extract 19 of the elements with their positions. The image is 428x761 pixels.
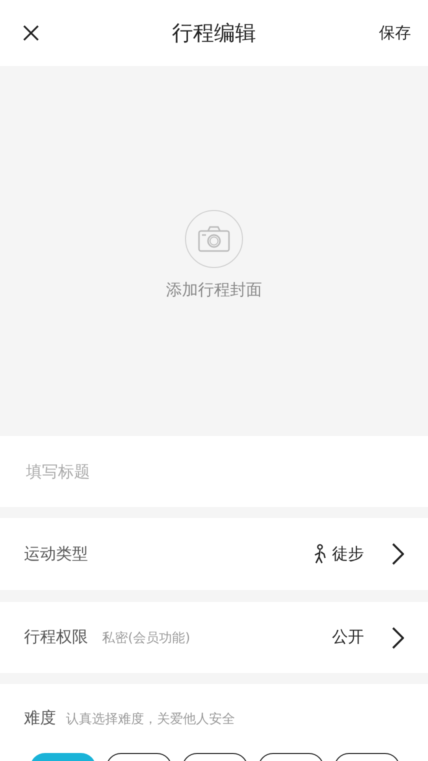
row-value: 徒步: [332, 544, 364, 564]
row-value: 公开: [332, 627, 364, 648]
save-button[interactable]: 保存: [379, 22, 411, 44]
difficulty-label: 难度: [24, 708, 56, 729]
row-label: 行程权限: [24, 627, 88, 648]
title-input[interactable]: 填写标题: [24, 461, 404, 482]
camera-icon: [198, 226, 230, 252]
page-title: 行程编辑: [172, 20, 256, 47]
permission-row[interactable]: 行程权限 私密(会员功能) 公开: [0, 602, 428, 673]
cover-label: 添加行程封面: [166, 280, 262, 300]
row-label: 运动类型: [24, 544, 88, 564]
chevron-right-icon: [392, 626, 404, 648]
sport-type-row[interactable]: 运动类型 徒步: [0, 518, 428, 590]
difficulty-hint: 认真选择难度，关爱他人安全: [66, 711, 235, 728]
row-hint: 私密(会员功能): [102, 630, 190, 646]
hiker-icon: [312, 544, 328, 564]
chevron-right-icon: [392, 543, 404, 565]
title-field[interactable]: 填写标题: [0, 436, 428, 507]
close-button[interactable]: [22, 24, 40, 42]
